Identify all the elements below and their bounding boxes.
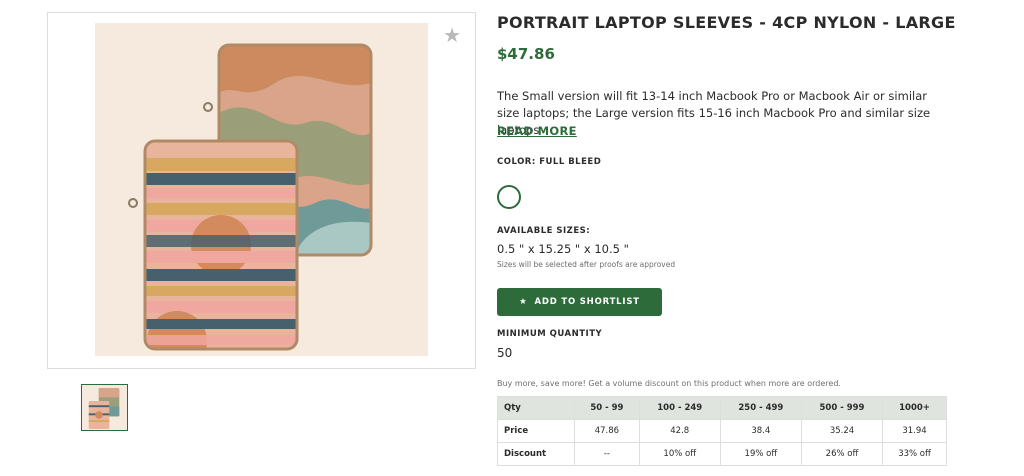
pricing-header-row: Qty 50 - 99 100 - 249 250 - 499 500 - 99… xyxy=(496,396,947,420)
product-price: $47.86 xyxy=(497,45,555,63)
product-image-frame: ★ xyxy=(47,12,476,369)
product-title: PORTRAIT LAPTOP SLEEVES - 4CP NYLON - LA… xyxy=(497,13,956,32)
header-cell: 500 - 999 xyxy=(800,396,884,420)
minimum-quantity-value: 50 xyxy=(497,346,513,360)
table-cell: 47.86 xyxy=(574,419,640,443)
table-cell: 42.8 xyxy=(638,419,721,443)
color-label: COLOR: FULL BLEED xyxy=(497,157,602,167)
table-cell: Price xyxy=(496,419,576,443)
volume-discount-note: Buy more, save more! Get a volume discou… xyxy=(497,379,841,388)
table-cell: 10% off xyxy=(638,442,721,466)
color-swatch-full-bleed[interactable] xyxy=(497,185,521,209)
product-image[interactable] xyxy=(95,23,428,356)
table-cell: Discount xyxy=(496,442,576,466)
header-cell: 50 - 99 xyxy=(574,396,640,420)
shortlist-label: ADD TO SHORTLIST xyxy=(534,297,640,307)
table-cell: 31.94 xyxy=(882,419,947,443)
header-cell: 250 - 499 xyxy=(719,396,802,420)
header-cell: 1000+ xyxy=(882,396,947,420)
star-icon: ★ xyxy=(519,297,528,307)
size-value: 0.5 " x 15.25 " x 10.5 " xyxy=(497,242,629,256)
minimum-quantity-label: MINIMUM QUANTITY xyxy=(497,329,603,339)
favorite-star-icon[interactable]: ★ xyxy=(443,23,461,47)
table-cell: 19% off xyxy=(719,442,802,466)
add-to-shortlist-button[interactable]: ★ ADD TO SHORTLIST xyxy=(497,288,662,316)
size-note: Sizes will be selected after proofs are … xyxy=(497,260,676,269)
available-sizes-label: AVAILABLE SIZES: xyxy=(497,226,591,236)
table-row: Discount -- 10% off 19% off 26% off 33% … xyxy=(496,442,947,466)
header-cell: Qty xyxy=(496,396,576,420)
pricing-table: Qty 50 - 99 100 - 249 250 - 499 500 - 99… xyxy=(496,396,947,466)
table-cell: -- xyxy=(574,442,640,466)
table-row: Price 47.86 42.8 38.4 35.24 31.94 xyxy=(496,419,947,443)
table-cell: 35.24 xyxy=(800,419,884,443)
table-cell: 38.4 xyxy=(719,419,802,443)
header-cell: 100 - 249 xyxy=(638,396,721,420)
table-cell: 26% off xyxy=(800,442,884,466)
read-more-link[interactable]: READ MORE xyxy=(497,124,577,138)
table-cell: 33% off xyxy=(882,442,947,466)
thumbnail-image[interactable] xyxy=(81,384,128,431)
